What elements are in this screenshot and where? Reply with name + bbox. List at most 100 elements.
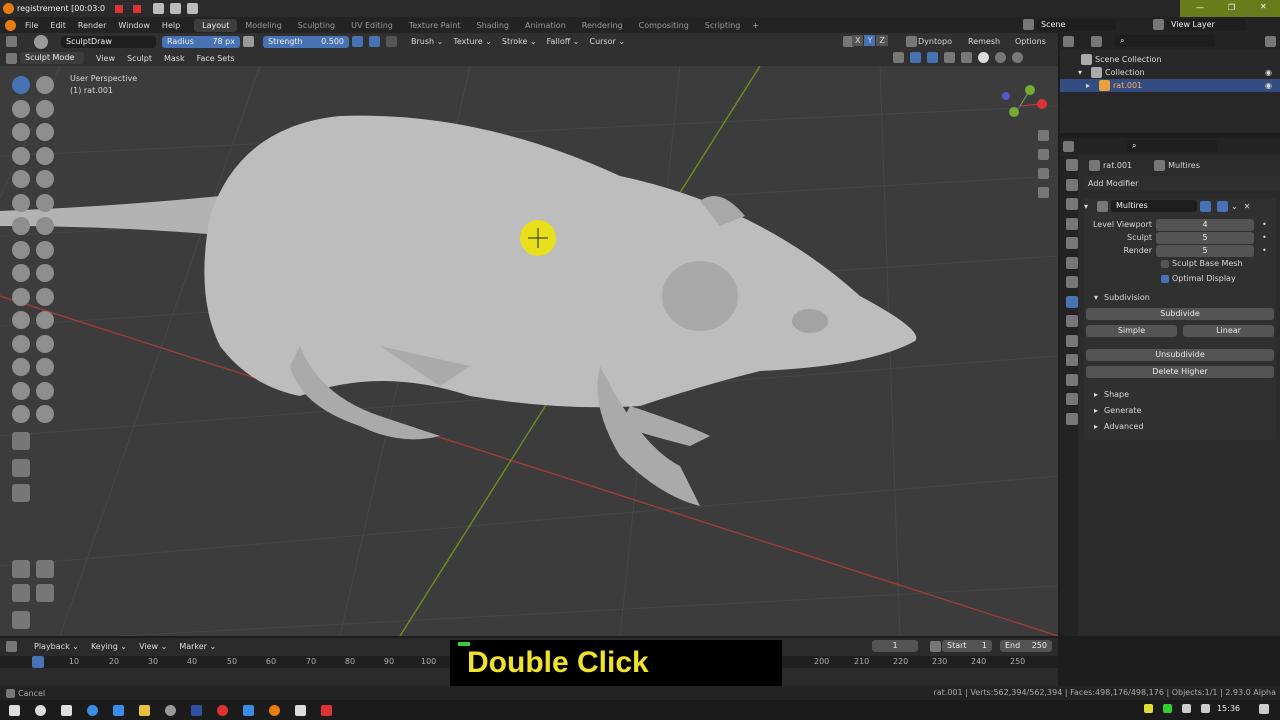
multiplane-scrape-tool-icon[interactable] xyxy=(36,217,54,235)
draw-sharp-tool-icon[interactable] xyxy=(36,76,54,94)
search-icon[interactable] xyxy=(35,704,46,716)
camera-icon[interactable] xyxy=(153,3,165,14)
flatten-tool-icon[interactable] xyxy=(12,193,30,212)
playhead[interactable] xyxy=(32,656,44,668)
blob-tool-icon[interactable] xyxy=(36,146,54,165)
subtract-direction-icon[interactable] xyxy=(386,36,397,47)
store-icon[interactable] xyxy=(113,704,124,716)
view-layer-tab-icon[interactable] xyxy=(1066,217,1078,230)
field-value[interactable]: 5 xyxy=(1156,231,1254,244)
inflate-tool-icon[interactable] xyxy=(12,146,30,165)
modifier-menu-icon[interactable]: ⌄ xyxy=(1231,202,1238,211)
obs-icon[interactable] xyxy=(165,704,176,716)
simple-button[interactable]: Simple xyxy=(1086,325,1177,337)
tab-layout[interactable]: Layout xyxy=(194,18,238,32)
volume-icon[interactable] xyxy=(1200,704,1210,713)
pressure-strength-icon[interactable] xyxy=(352,36,363,47)
keyframe-dot-icon[interactable]: • xyxy=(1262,244,1267,257)
rotate-tool-icon[interactable] xyxy=(36,560,54,578)
remesh-menu[interactable]: Remesh xyxy=(968,37,1000,46)
optimal-display-checkbox[interactable] xyxy=(1161,274,1169,283)
symmetry-y-toggle[interactable]: Y xyxy=(864,35,876,46)
pencil-icon[interactable] xyxy=(170,3,182,14)
tab-compositing[interactable]: Compositing xyxy=(631,19,697,32)
task-view-icon[interactable] xyxy=(61,704,72,716)
world-tab-icon[interactable] xyxy=(1066,256,1078,269)
pinch-tool-icon[interactable] xyxy=(12,240,30,259)
zoom-icon[interactable] xyxy=(1038,130,1049,141)
stop-icon[interactable] xyxy=(133,4,142,13)
boundary-tool-icon[interactable] xyxy=(36,334,54,353)
tab-shading[interactable]: Shading xyxy=(468,19,517,32)
notification-icon[interactable] xyxy=(1259,704,1269,714)
tab-uv-editing[interactable]: UV Editing xyxy=(343,19,401,32)
draw-face-sets-tool-icon[interactable] xyxy=(36,381,54,400)
tree-object-rat[interactable]: ▸ rat.001 ◉ xyxy=(1060,79,1280,92)
box-app-icon[interactable] xyxy=(243,704,254,716)
overlay-icon[interactable] xyxy=(927,52,938,63)
mask-tool-icon[interactable] xyxy=(12,381,30,400)
tab-scripting[interactable]: Scripting xyxy=(697,19,749,32)
smooth-tool-icon[interactable] xyxy=(36,170,54,188)
tab-rendering[interactable]: Rendering xyxy=(574,19,631,32)
constraints-tab-icon[interactable] xyxy=(1066,354,1078,366)
pause-icon[interactable] xyxy=(115,4,124,13)
remove-modifier-icon[interactable]: ✕ xyxy=(1244,202,1251,211)
box-trim-tool-icon[interactable] xyxy=(12,432,30,450)
outliner-search-input[interactable]: ⌕ xyxy=(1115,35,1215,47)
slide-relax-tool-icon[interactable] xyxy=(12,334,30,353)
menu-view[interactable]: View ⌄ xyxy=(133,642,173,651)
windows-start-icon[interactable] xyxy=(9,704,20,716)
pose-tool-icon[interactable] xyxy=(36,287,54,306)
menu-render[interactable]: Render xyxy=(72,21,112,30)
cloth-tool-icon[interactable] xyxy=(12,358,30,376)
texture-menu[interactable]: Texture ⌄ xyxy=(448,37,497,46)
current-frame-field[interactable]: 1 xyxy=(872,640,918,652)
transform-tool-icon[interactable] xyxy=(36,584,54,602)
tab-texture-paint[interactable]: Texture Paint xyxy=(401,19,469,32)
recorder-app-icon[interactable] xyxy=(217,704,228,716)
optimal-display-row[interactable]: Optimal Display xyxy=(1084,272,1276,285)
scene-tab-icon[interactable] xyxy=(1066,237,1078,249)
pan-hand-icon[interactable] xyxy=(1038,149,1049,160)
crease-tool-icon[interactable] xyxy=(12,170,30,188)
dyntopo-menu[interactable]: Dyntopo xyxy=(918,37,952,46)
texture-tab-icon[interactable] xyxy=(1066,412,1078,425)
properties-editor-icon[interactable] xyxy=(1063,140,1074,152)
menu-keying[interactable]: Keying ⌄ xyxy=(85,642,133,651)
file-explorer-icon[interactable] xyxy=(139,704,150,716)
scrape-tool-icon[interactable] xyxy=(12,217,30,235)
line-project-tool-icon[interactable] xyxy=(12,459,30,477)
3d-viewport[interactable]: User Perspective (1) rat.001 xyxy=(0,66,1058,636)
grab-tool-icon[interactable] xyxy=(36,240,54,259)
material-tab-icon[interactable] xyxy=(1066,393,1078,405)
sculpt-base-mesh-checkbox[interactable] xyxy=(1161,259,1169,268)
clay-tool-icon[interactable] xyxy=(12,99,30,118)
menu-mask[interactable]: Mask xyxy=(158,54,191,63)
rotate-tool-icon[interactable] xyxy=(36,311,54,329)
tab-sculpting[interactable]: Sculpting xyxy=(290,19,343,32)
tray-app-icon[interactable] xyxy=(1162,704,1172,713)
editor-type-icon[interactable] xyxy=(6,36,17,47)
simplify-tool-icon[interactable] xyxy=(36,358,54,376)
scene-selector[interactable]: Scene xyxy=(1036,19,1116,31)
visibility-eye-icon[interactable]: ◉ xyxy=(1265,79,1272,92)
subpanel-shape[interactable]: ▸ Shape xyxy=(1084,388,1276,401)
preview-range-icon[interactable] xyxy=(930,641,941,652)
falloff-menu[interactable]: Falloff ⌄ xyxy=(542,37,585,46)
clay-thumb-tool-icon[interactable] xyxy=(12,123,30,141)
photoshop-icon[interactable] xyxy=(191,704,202,716)
mesh-filter-tool-icon[interactable] xyxy=(12,484,30,502)
move-tool-icon[interactable] xyxy=(12,560,30,578)
expand-icon[interactable]: ▸ xyxy=(1094,420,1104,433)
data-tab-icon[interactable] xyxy=(1066,373,1078,386)
brush-name-field[interactable]: SculptDraw xyxy=(61,35,156,48)
visibility-icon[interactable] xyxy=(893,52,904,63)
expand-icon[interactable]: ▸ xyxy=(1094,388,1104,401)
particles-tab-icon[interactable] xyxy=(1066,315,1078,327)
media-app-icon[interactable] xyxy=(295,704,306,716)
output-tab-icon[interactable] xyxy=(1066,198,1078,210)
radius-field[interactable]: Radius 78 px xyxy=(162,35,240,48)
show-viewport-icon[interactable] xyxy=(1200,200,1211,212)
add-workspace-icon[interactable]: + xyxy=(752,21,759,30)
